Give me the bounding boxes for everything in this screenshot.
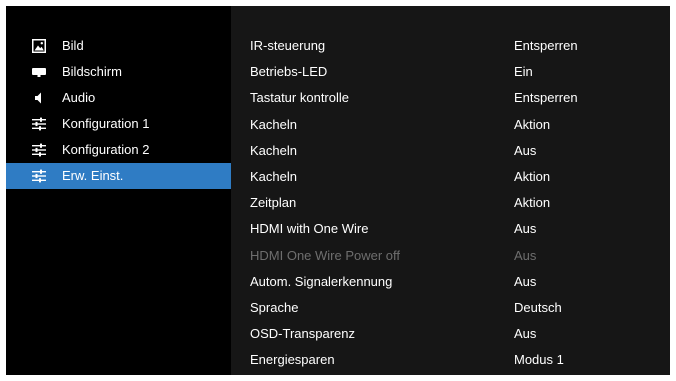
sidebar-item-erw-einst[interactable]: Erw. Einst. bbox=[6, 163, 231, 189]
setting-name: Zeitplan bbox=[250, 195, 297, 211]
setting-value: Modus 1 bbox=[514, 352, 564, 368]
setting-value: Aus bbox=[514, 326, 537, 342]
setting-name: Energiesparen bbox=[250, 352, 335, 368]
sidebar-item-label: Bild bbox=[62, 38, 84, 53]
setting-row-hdmi-with-one-wire[interactable]: HDMI with One Wire Aus bbox=[231, 216, 670, 242]
setting-row-zeitplan[interactable]: Zeitplan Aktion bbox=[231, 190, 670, 216]
setting-value: Entsperren bbox=[514, 90, 578, 106]
setting-row-hdmi-one-wire-power-off: HDMI One Wire Power off Aus bbox=[231, 243, 670, 269]
setting-value: Aus bbox=[514, 221, 537, 237]
setting-value: Aktion bbox=[514, 168, 551, 184]
setting-row-energiesparen[interactable]: Energiesparen Modus 1 bbox=[231, 347, 670, 373]
setting-row-osd-transparenz[interactable]: OSD-Transparenz Aus bbox=[231, 321, 670, 347]
sliders-icon bbox=[32, 143, 46, 157]
setting-name: HDMI One Wire Power off bbox=[250, 247, 401, 263]
setting-row-ir-steuerung[interactable]: IR-steuerung Entsperren bbox=[231, 33, 670, 59]
setting-name: Betriebs-LED bbox=[250, 64, 328, 80]
sidebar-item-label: Erw. Einst. bbox=[62, 168, 124, 183]
setting-row-autom-signalerkennung[interactable]: Autom. Signalerkennung Aus bbox=[231, 269, 670, 295]
setting-row-kacheln[interactable]: Kacheln Aktion bbox=[231, 164, 670, 190]
setting-value: Aus bbox=[514, 273, 537, 289]
setting-row-tastatur-kontrolle[interactable]: Tastatur kontrolle Entsperren bbox=[231, 85, 670, 111]
setting-row-kacheln[interactable]: Kacheln Aus bbox=[231, 138, 670, 164]
sidebar: Bild Bildschirm Audio Konfiguration 1 Ko… bbox=[6, 6, 231, 375]
setting-row-betriebs-led[interactable]: Betriebs-LED Ein bbox=[231, 59, 670, 85]
setting-name: Tastatur kontrolle bbox=[250, 90, 349, 106]
sidebar-item-bild[interactable]: Bild bbox=[6, 33, 231, 59]
setting-value: Aktion bbox=[514, 116, 551, 132]
setting-name: Kacheln bbox=[250, 168, 297, 184]
setting-value: Deutsch bbox=[514, 299, 562, 315]
setting-name: Autom. Signalerkennung bbox=[250, 273, 393, 289]
setting-name: HDMI with One Wire bbox=[250, 221, 369, 237]
setting-name: IR-steuerung bbox=[250, 38, 326, 53]
sliders-icon bbox=[32, 117, 46, 131]
setting-value: Aus bbox=[514, 247, 537, 263]
sliders-icon bbox=[32, 169, 46, 183]
setting-value: Aus bbox=[514, 142, 537, 158]
speaker-icon bbox=[32, 91, 46, 105]
setting-name: Kacheln bbox=[250, 142, 297, 158]
sidebar-item-label: Konfiguration 2 bbox=[62, 142, 150, 157]
settings-panel: IR-steuerung Entsperren Betriebs-LED Ein… bbox=[231, 6, 670, 375]
setting-value: Aktion bbox=[514, 195, 551, 211]
setting-name: Sprache bbox=[250, 299, 299, 315]
sidebar-item-konfiguration-2[interactable]: Konfiguration 2 bbox=[6, 137, 231, 163]
setting-name: Kacheln bbox=[250, 116, 297, 132]
setting-value: Ein bbox=[514, 64, 533, 80]
sidebar-menu: Bild Bildschirm Audio Konfiguration 1 Ko… bbox=[6, 33, 231, 189]
sidebar-item-bildschirm[interactable]: Bildschirm bbox=[6, 59, 231, 85]
setting-row-sprache[interactable]: Sprache Deutsch bbox=[231, 295, 670, 321]
sidebar-item-audio[interactable]: Audio bbox=[6, 85, 231, 111]
sidebar-item-label: Konfiguration 1 bbox=[62, 116, 150, 131]
sidebar-item-konfiguration-1[interactable]: Konfiguration 1 bbox=[6, 111, 231, 137]
setting-row-kacheln[interactable]: Kacheln Aktion bbox=[231, 112, 670, 138]
osd-menu: Bild Bildschirm Audio Konfiguration 1 Ko… bbox=[6, 6, 670, 375]
sidebar-item-label: Audio bbox=[62, 90, 96, 105]
settings-list: IR-steuerung Entsperren Betriebs-LED Ein… bbox=[231, 33, 670, 373]
screen-icon bbox=[32, 65, 46, 79]
setting-name: OSD-Transparenz bbox=[250, 326, 355, 342]
sidebar-item-label: Bildschirm bbox=[62, 64, 122, 79]
setting-value: Entsperren bbox=[514, 38, 578, 53]
picture-icon bbox=[32, 39, 46, 53]
